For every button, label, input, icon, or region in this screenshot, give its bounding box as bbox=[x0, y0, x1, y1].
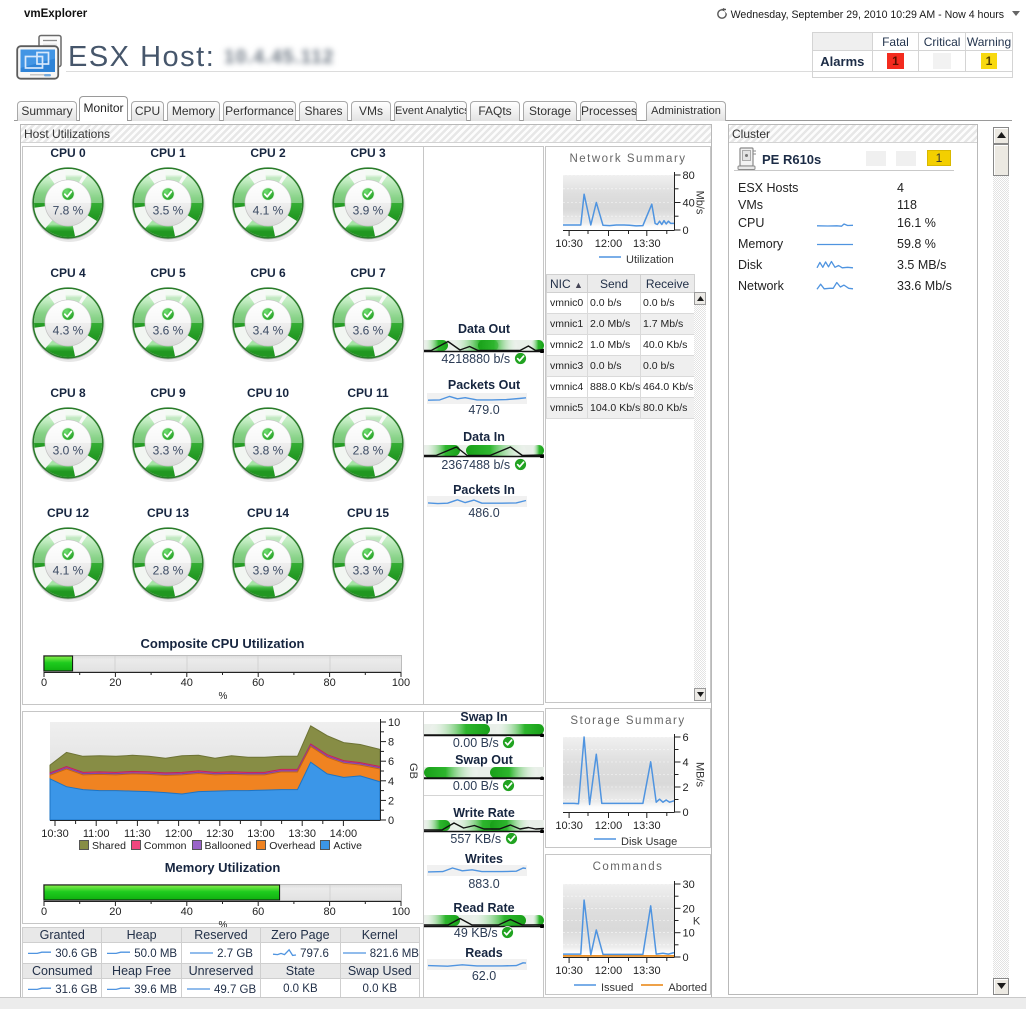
svg-text:60: 60 bbox=[252, 677, 264, 689]
svg-text:12:00: 12:00 bbox=[595, 820, 623, 832]
svg-text:3.8 %: 3.8 % bbox=[253, 444, 284, 458]
svg-text:100: 100 bbox=[392, 906, 410, 918]
svg-text:2.8 %: 2.8 % bbox=[153, 564, 184, 578]
svg-text:13:00: 13:00 bbox=[247, 828, 275, 840]
svg-text:3.6 %: 3.6 % bbox=[353, 324, 384, 338]
svg-text:2.8 %: 2.8 % bbox=[353, 444, 384, 458]
svg-text:4: 4 bbox=[388, 776, 394, 788]
svg-text:4.1 %: 4.1 % bbox=[53, 564, 84, 578]
svg-text:0: 0 bbox=[41, 677, 47, 689]
svg-text:100: 100 bbox=[392, 677, 410, 689]
svg-text:0: 0 bbox=[683, 952, 689, 964]
svg-text:6: 6 bbox=[683, 732, 689, 744]
svg-text:12:00: 12:00 bbox=[595, 238, 623, 250]
svg-text:0: 0 bbox=[388, 815, 394, 827]
svg-text:10: 10 bbox=[388, 717, 400, 729]
svg-text:K: K bbox=[693, 916, 701, 928]
svg-text:12:30: 12:30 bbox=[206, 828, 234, 840]
svg-text:4.3 %: 4.3 % bbox=[53, 324, 84, 338]
svg-text:GB: GB bbox=[407, 763, 419, 779]
svg-text:Mb/s: Mb/s bbox=[694, 191, 706, 215]
svg-text:13:30: 13:30 bbox=[288, 828, 316, 840]
svg-text:40: 40 bbox=[181, 677, 193, 689]
svg-text:3.0 %: 3.0 % bbox=[53, 444, 84, 458]
svg-text:80: 80 bbox=[683, 170, 695, 182]
svg-text:20: 20 bbox=[109, 677, 121, 689]
svg-text:20: 20 bbox=[683, 903, 695, 915]
svg-text:3.5 %: 3.5 % bbox=[153, 204, 184, 218]
svg-text:10:30: 10:30 bbox=[555, 965, 583, 977]
svg-text:20: 20 bbox=[109, 906, 121, 918]
svg-text:80: 80 bbox=[323, 906, 335, 918]
svg-text:%: % bbox=[219, 691, 228, 701]
svg-text:12:00: 12:00 bbox=[595, 965, 623, 977]
svg-text:2: 2 bbox=[683, 782, 689, 794]
svg-text:8: 8 bbox=[388, 737, 394, 749]
svg-text:11:30: 11:30 bbox=[124, 828, 151, 840]
svg-text:12:00: 12:00 bbox=[165, 828, 193, 840]
svg-text:10:30: 10:30 bbox=[555, 238, 583, 250]
svg-text:4.1 %: 4.1 % bbox=[253, 204, 284, 218]
svg-text:10: 10 bbox=[683, 928, 695, 940]
svg-text:30: 30 bbox=[683, 879, 695, 891]
svg-text:3.3 %: 3.3 % bbox=[353, 564, 384, 578]
svg-text:4: 4 bbox=[683, 757, 689, 769]
svg-text:3.3 %: 3.3 % bbox=[153, 444, 184, 458]
svg-text:3.6 %: 3.6 % bbox=[153, 324, 184, 338]
svg-text:40: 40 bbox=[683, 198, 695, 210]
svg-text:7.8 %: 7.8 % bbox=[53, 204, 84, 218]
svg-text:3.9 %: 3.9 % bbox=[253, 564, 284, 578]
svg-text:60: 60 bbox=[252, 906, 264, 918]
svg-text:40: 40 bbox=[181, 906, 193, 918]
svg-text:11:00: 11:00 bbox=[83, 828, 110, 840]
svg-text:0: 0 bbox=[683, 807, 689, 819]
svg-text:3.4 %: 3.4 % bbox=[253, 324, 284, 338]
svg-text:13:30: 13:30 bbox=[633, 965, 661, 977]
svg-text:6: 6 bbox=[388, 756, 394, 768]
svg-text:10:30: 10:30 bbox=[41, 828, 69, 840]
svg-text:13:30: 13:30 bbox=[633, 820, 661, 832]
svg-text:14:00: 14:00 bbox=[330, 828, 358, 840]
svg-text:0: 0 bbox=[41, 906, 47, 918]
svg-text:MB/s: MB/s bbox=[694, 762, 706, 788]
svg-text:3.9 %: 3.9 % bbox=[353, 204, 384, 218]
svg-text:13:30: 13:30 bbox=[633, 238, 661, 250]
svg-text:0: 0 bbox=[683, 225, 689, 237]
svg-text:80: 80 bbox=[323, 677, 335, 689]
svg-text:2: 2 bbox=[388, 795, 394, 807]
svg-text:10:30: 10:30 bbox=[555, 820, 583, 832]
